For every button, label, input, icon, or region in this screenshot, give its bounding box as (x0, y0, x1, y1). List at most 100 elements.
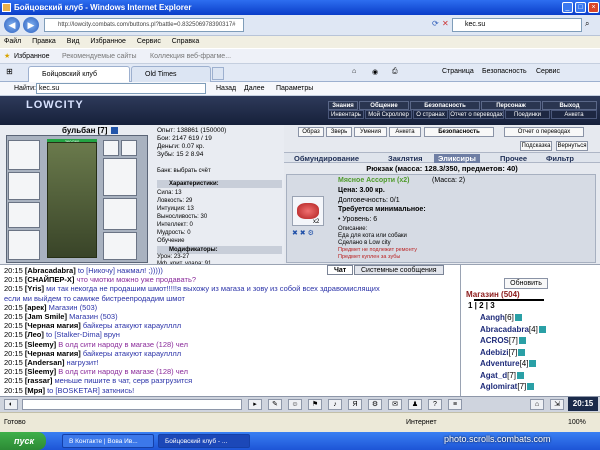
gloves-slot[interactable] (103, 158, 137, 196)
find-next-button[interactable]: Далее (244, 82, 265, 95)
chat-author[interactable]: [Jam Smile] (25, 312, 67, 321)
tab-elixirs[interactable]: Эликсиры (434, 154, 480, 163)
user-info-icon[interactable] (517, 371, 525, 379)
ring-slot-2[interactable] (121, 140, 137, 156)
menu-tools[interactable]: Сервис (137, 38, 161, 45)
tab-system-messages[interactable]: Системные сообщения (354, 265, 444, 275)
user-info-icon[interactable] (527, 383, 535, 391)
nav-character[interactable]: Персонаж (481, 101, 541, 110)
nav-knowledge[interactable]: Знания (328, 101, 358, 110)
tab-chat[interactable]: Чат (327, 265, 354, 275)
weapon-slot[interactable] (8, 202, 40, 228)
chat-time[interactable]: 20:15 (4, 312, 23, 321)
nav-communication[interactable]: Общение (359, 101, 409, 110)
chat-author[interactable]: [Лео] (25, 330, 44, 339)
mods-header[interactable]: Модификаторы: (157, 246, 282, 254)
user-list-item[interactable]: Aglomirat[7] (480, 382, 535, 391)
menu-help[interactable]: Справка (172, 38, 199, 45)
clear-icon[interactable]: ✎ (268, 399, 282, 410)
chat-time[interactable]: 20:15 (4, 266, 23, 275)
user-list-item[interactable]: Adebizi[7] (480, 348, 526, 357)
chat-time[interactable]: 20:15 (4, 376, 23, 385)
chat-input[interactable] (22, 399, 242, 410)
security-button[interactable]: Безопасность (424, 127, 494, 137)
chat-author[interactable]: [rassar] (25, 376, 53, 385)
user-name[interactable]: Adventure (480, 359, 520, 368)
tab-spells[interactable]: Заклятия (388, 154, 423, 163)
refresh-button[interactable]: Обновить (504, 278, 548, 289)
chat-author[interactable]: [арек] (25, 303, 47, 312)
minimize-icon[interactable]: _ (562, 2, 573, 13)
smile-icon[interactable]: ☺ (288, 399, 302, 410)
nav-duels[interactable]: Поединки (505, 110, 550, 119)
chat-time[interactable]: 20:15 (4, 386, 23, 395)
chat-time[interactable]: 20:15 (4, 275, 23, 284)
hint-button[interactable]: Подсказка (520, 141, 552, 151)
find-options-button[interactable]: Параметры (276, 82, 313, 95)
print-icon[interactable]: ⎙ (392, 68, 398, 76)
send-icon[interactable]: ▸ (248, 399, 262, 410)
user-list-item[interactable]: ACROS[7] (480, 336, 526, 345)
chat-time[interactable]: 20:15 (4, 284, 23, 293)
safety-menu[interactable]: Безопасность (482, 68, 527, 75)
boots-slot[interactable] (103, 232, 137, 260)
bank-link[interactable]: Банк: выбрать счёт (157, 168, 211, 174)
settings-icon[interactable]: ⚙ (368, 399, 382, 410)
chat-author[interactable]: [Черная магия] (25, 349, 81, 358)
stop-icon[interactable]: ✕ (442, 19, 449, 28)
task-fight-club[interactable]: Бойцовский клуб - ... (158, 434, 250, 448)
transfer-report-button[interactable]: Отчет о переводах (504, 127, 584, 137)
tab-equipment[interactable]: Обмундирование (294, 154, 359, 163)
help-icon[interactable]: ? (428, 399, 442, 410)
item-actions-icon[interactable]: ✖ ✖ ⚙ (292, 229, 314, 237)
url-input[interactable]: http://lowcity.combats.com/buttons.pl?ba… (44, 18, 244, 32)
user-name[interactable]: Agat_d (480, 371, 507, 380)
user-info-icon[interactable] (538, 325, 546, 333)
find-input[interactable]: kec.su (36, 83, 206, 94)
favorites-item-suggested[interactable]: Рекомендуемые сайты (62, 49, 136, 64)
sound-icon[interactable]: ♪ (328, 399, 342, 410)
menu-favorites[interactable]: Избранное (90, 38, 125, 45)
back-icon[interactable]: ◀ (4, 17, 20, 33)
find-back-button[interactable]: Назад (216, 82, 236, 95)
stat-train[interactable]: Обучение (157, 237, 282, 245)
user-info-icon[interactable] (518, 337, 526, 345)
return-button[interactable]: Вернуться (556, 141, 588, 151)
star-icon[interactable]: ★ (4, 49, 10, 64)
user-list-item[interactable]: Abracadabra[4] (480, 325, 546, 334)
search-input[interactable]: kec.su (452, 18, 582, 32)
nav-my-scroller[interactable]: Мой Скроллер (365, 110, 412, 119)
user-list-item[interactable]: Aangh[6] (480, 313, 522, 322)
belt-slot[interactable] (8, 230, 40, 260)
new-tab-button[interactable] (212, 67, 224, 80)
chat-time[interactable]: 20:15 (4, 303, 23, 312)
profile-button[interactable]: Анкета (389, 127, 421, 137)
menu-file[interactable]: Файл (4, 38, 21, 45)
user-name[interactable]: Abracadabra (480, 325, 529, 334)
refresh-icon[interactable]: ⟳ (432, 19, 439, 28)
friends-icon[interactable]: ♟ (408, 399, 422, 410)
ring-slot-1[interactable] (103, 140, 119, 156)
tab-other[interactable]: Прочее (500, 154, 527, 163)
start-button[interactable]: пуск (0, 432, 46, 450)
chat-author[interactable]: [СНАЙПЕР-X] (25, 275, 75, 284)
user-info-icon[interactable] (529, 360, 537, 368)
favorites-button[interactable]: Избранное (14, 49, 49, 64)
nav-exit[interactable]: Выход (542, 101, 597, 110)
lock-icon[interactable]: ⌂ (530, 399, 544, 410)
chat-author[interactable]: [Черная магия] (25, 321, 81, 330)
log-icon[interactable]: ≡ (448, 399, 462, 410)
page-menu[interactable]: Страница (442, 68, 474, 75)
search-icon[interactable]: ⌕ (585, 19, 589, 29)
armor-slot[interactable] (8, 172, 40, 200)
favorites-item-webslices[interactable]: Коллекция веб-фрагме... (150, 49, 231, 64)
task-vkontakte[interactable]: В Контакте | Вова Ив... (62, 434, 154, 448)
page-numbers[interactable]: 1 | 2 | 3 (468, 301, 495, 310)
chat-author[interactable]: [Sleemy] (25, 367, 56, 376)
chat-author[interactable]: [Abracadabra] (25, 266, 76, 275)
user-name[interactable]: Aangh (480, 313, 505, 322)
home-icon[interactable]: ⌂ (352, 68, 356, 75)
close-icon[interactable]: × (588, 2, 599, 13)
shield-slot[interactable] (103, 198, 137, 230)
chat-time[interactable]: 20:15 (4, 349, 23, 358)
